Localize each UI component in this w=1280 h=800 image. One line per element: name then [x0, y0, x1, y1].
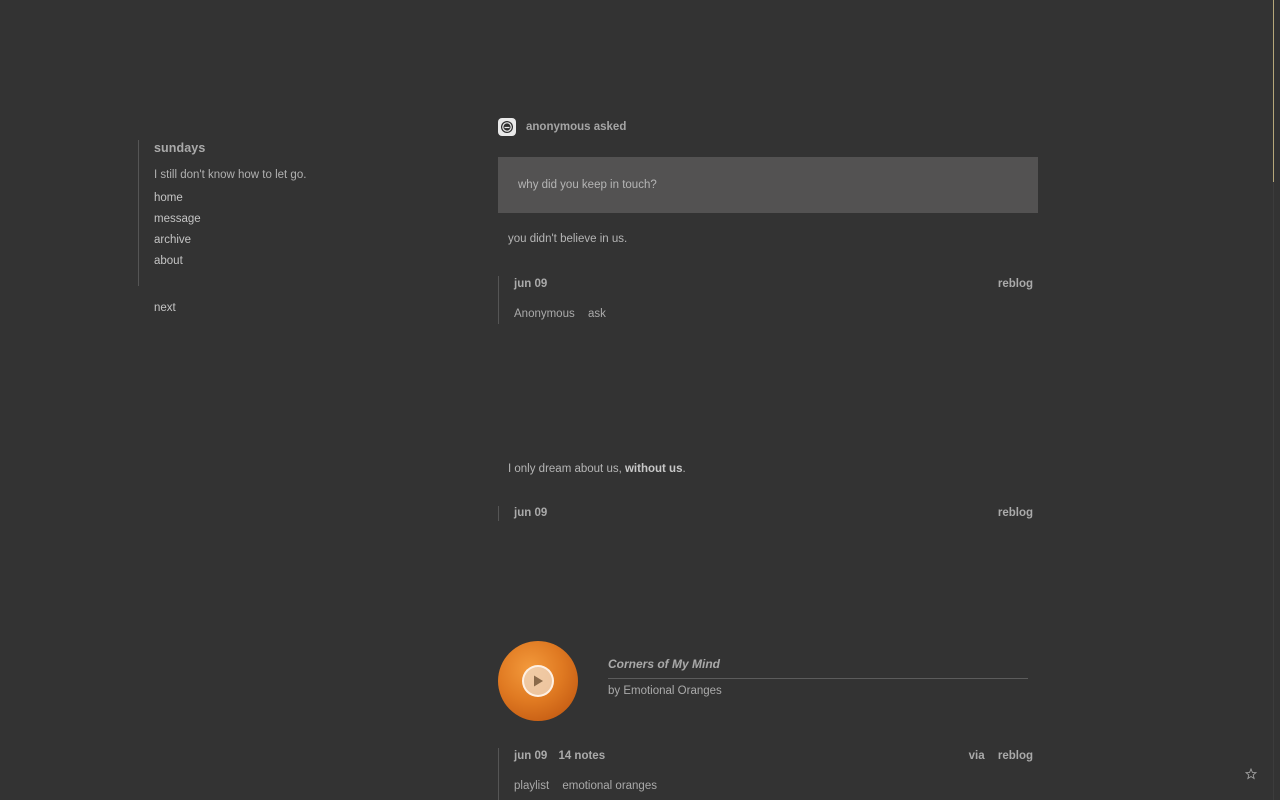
anonymous-avatar-icon [498, 118, 516, 136]
post-tags: Anonymous ask [514, 308, 1038, 320]
audio-post-meta: jun 09 14 notes via reblog playlist emot… [498, 748, 1038, 800]
blog-description: I still don't know how to let go. [154, 169, 307, 181]
tag-link[interactable]: ask [588, 308, 606, 320]
asker-row: anonymous asked [498, 118, 626, 136]
tag-link[interactable]: emotional oranges [562, 780, 657, 792]
star-button[interactable] [1244, 767, 1258, 782]
scrollbar-thumb[interactable] [1273, 0, 1274, 182]
text-post-body-bold: without us [624, 463, 683, 475]
reblog-link[interactable]: reblog [998, 507, 1033, 519]
post-date-link[interactable]: jun 09 [514, 750, 547, 762]
reblog-link[interactable]: reblog [998, 278, 1033, 290]
play-button[interactable] [522, 665, 554, 697]
nav-home-link[interactable]: home [154, 192, 398, 213]
reblog-link[interactable]: reblog [998, 750, 1033, 762]
text-post-body: I only dream about us, without us. [508, 463, 686, 475]
text-post-body-prefix: I only dream about us, [508, 463, 625, 475]
text-post-body-suffix: . [682, 463, 686, 475]
sidebar: sundays I still don't know how to let go… [138, 140, 398, 286]
track-artist: by Emotional Oranges [608, 685, 722, 697]
track-title: Corners of My Mind [608, 657, 1028, 679]
via-link[interactable]: via [969, 750, 985, 762]
tag-link[interactable]: playlist [514, 780, 549, 792]
sidebar-nav: home message archive about [154, 192, 398, 276]
nav-message-link[interactable]: message [154, 213, 398, 234]
tag-link[interactable]: Anonymous [514, 308, 575, 320]
ask-post-meta: jun 09 reblog Anonymous ask [498, 276, 1038, 324]
post-date-link[interactable]: jun 09 [514, 507, 547, 519]
star-icon [1244, 767, 1258, 780]
post-date-link[interactable]: jun 09 [514, 278, 547, 290]
site-title[interactable]: sundays [154, 141, 398, 155]
nav-archive-link[interactable]: archive [154, 234, 398, 255]
answer-text: you didn't believe in us. [508, 233, 628, 245]
text-post-meta: jun 09 reblog [498, 506, 1038, 521]
notes-count-link[interactable]: 14 notes [558, 750, 605, 762]
post-tags: playlist emotional oranges [514, 780, 1038, 792]
album-art [498, 641, 578, 721]
nav-about-link[interactable]: about [154, 255, 398, 276]
asker-name: anonymous asked [526, 121, 627, 133]
play-icon [534, 675, 543, 687]
next-page-link[interactable]: next [154, 302, 176, 314]
question-box: why did you keep in touch? [498, 157, 1038, 213]
